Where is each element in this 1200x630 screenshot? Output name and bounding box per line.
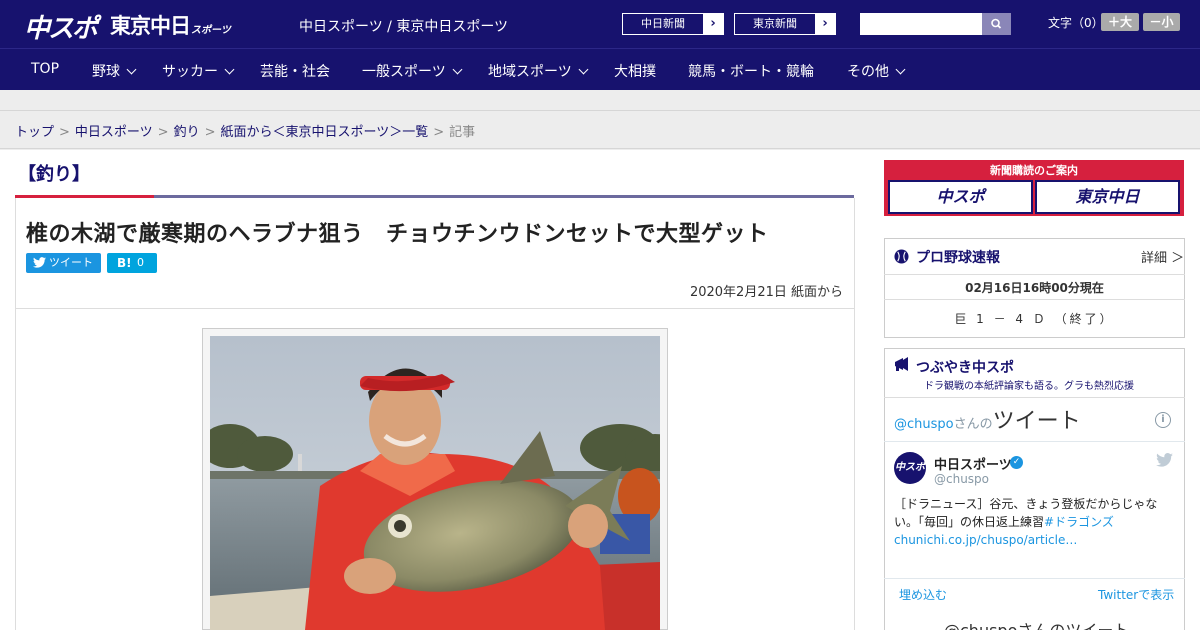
divider (884, 274, 1185, 275)
font-smaller-button[interactable]: －小 (1143, 13, 1180, 31)
avatar[interactable]: 中スポ (894, 452, 926, 484)
divider (884, 299, 1185, 300)
divider (0, 110, 1200, 111)
nav-item-top[interactable]: TOP (31, 61, 59, 77)
tweet-body: ［ドラニュース］谷元、きょう登板だからじゃない。「毎回」の休日返上練習 (894, 497, 1158, 529)
chevron-down-icon (126, 64, 137, 75)
breadcrumb-paper-list[interactable]: 紙面から＜東京中日スポーツ＞一覧 (221, 125, 429, 140)
chevron-right-icon: › (822, 16, 828, 31)
subscribe-tokyo-button[interactable]: 東京中日 (1035, 180, 1180, 214)
chunichi-shimbun-link[interactable]: 中日新聞 › (622, 13, 724, 35)
nav-item-general-sports[interactable]: 一般スポーツ (362, 61, 463, 81)
breadcrumb-band (0, 90, 1200, 150)
baseball-title: プロ野球速報 (916, 250, 1000, 266)
subscribe-chuspo-label: 中スポ (892, 184, 1029, 210)
chunichi-link-label: 中日新聞 (623, 14, 703, 34)
chevron-down-icon (895, 64, 906, 75)
baseball-game-score[interactable]: 巨 1 － 4 Ｄ （終了） (884, 310, 1185, 327)
info-icon[interactable]: i (1155, 412, 1171, 428)
twitter-handle: @chuspo (894, 417, 954, 432)
tokyo-chunichi-logo[interactable]: 東京中日スポーツ (110, 10, 231, 40)
breadcrumb: トップ > 中日スポーツ > 釣り > 紙面から＜東京中日スポーツ＞一覧 > 記事 (15, 125, 476, 140)
article-date: 2020年2月21日 紙面から (689, 285, 843, 300)
subscribe-tokyo-label: 東京中日 (1039, 184, 1176, 210)
font-size-label: 文字（0） (1048, 16, 1104, 30)
breadcrumb-fishing[interactable]: 釣り (174, 125, 200, 140)
nav-label: 競馬・ボート・競輪 (688, 64, 814, 80)
twitter-big-label: ツイート (992, 409, 1081, 434)
search-icon (991, 18, 1002, 29)
article-photo (210, 336, 660, 630)
baseball-updated-time: 02月16日16時00分現在 (965, 281, 1104, 295)
divider (0, 148, 1200, 149)
tweet-text: ［ドラニュース］谷元、きょう登板だからじゃない。「毎回」の休日返上練習#ドラゴン… (894, 495, 1176, 549)
nav-item-racing[interactable]: 競馬・ボート・競輪 (688, 61, 814, 81)
megaphone-icon (895, 357, 908, 371)
tweet-author-handle[interactable]: @chuspo (934, 472, 989, 486)
twitter-embed-header[interactable]: @chuspoさんのツイート (894, 403, 1081, 435)
main-nav: TOP 野球 サッカー 芸能・社会 一般スポーツ 地域スポーツ 大相撲 競馬・ボ… (0, 48, 1200, 90)
hatena-count: 0 (137, 256, 144, 269)
nav-item-sumo[interactable]: 大相撲 (614, 61, 656, 81)
twitter-panel-title: つぶやき中スポ (916, 360, 1014, 376)
twitter-bird-icon (33, 257, 46, 268)
nav-item-entertainment[interactable]: 芸能・社会 (260, 61, 330, 81)
tokyo-shimbun-link[interactable]: 東京新聞 › (734, 13, 836, 35)
search-input[interactable] (860, 13, 982, 35)
tokyo-logo-text: 東京中日 (110, 14, 191, 38)
article-divider (15, 308, 855, 309)
nav-label: 地域スポーツ (488, 64, 572, 80)
tweet-hashtag[interactable]: #ドラゴンズ (1044, 515, 1114, 529)
tokyo-logo-small: スポーツ (191, 25, 231, 36)
tweet-author-name[interactable]: 中日スポーツ (934, 454, 1012, 473)
verified-badge-icon: ✓ (1010, 456, 1023, 469)
nav-label: その他 (847, 64, 889, 80)
hatena-bookmark-button[interactable]: B! 0 (107, 253, 157, 273)
chuspo-logo[interactable]: 中スポ (24, 8, 98, 45)
subscription-header: 新聞購読のご案内 (990, 164, 1078, 177)
chevron-down-icon (452, 64, 463, 75)
tweet-button[interactable]: ツイート (26, 253, 101, 273)
breadcrumb-top[interactable]: トップ (15, 125, 54, 140)
baseball-icon (894, 249, 909, 264)
nav-label: TOP (31, 61, 60, 77)
view-on-twitter-link[interactable]: Twitterで表示 (1098, 586, 1174, 603)
divider (884, 441, 1185, 442)
tweet-label: ツイート (49, 256, 93, 269)
subscribe-chuspo-button[interactable]: 中スポ (888, 180, 1033, 214)
twitter-san: さんの (953, 417, 993, 432)
twitter-panel-subtitle: ドラ観戦の本紙評論家も語る。グラも熱烈応援 (924, 381, 1134, 392)
chevron-down-icon (224, 64, 235, 75)
nav-item-local-sports[interactable]: 地域スポーツ (488, 61, 589, 81)
nav-label: 野球 (92, 64, 120, 80)
nav-item-baseball[interactable]: 野球 (92, 61, 137, 81)
baseball-detail-link[interactable]: 詳細 ＞ (1141, 247, 1184, 266)
nav-label: 大相撲 (614, 64, 656, 80)
chevron-right-icon: › (710, 16, 716, 31)
breadcrumb-chunichi-sports[interactable]: 中日スポーツ (75, 125, 153, 140)
chevron-down-icon (578, 64, 589, 75)
subscription-banner[interactable]: 新聞購読のご案内 中スポ 東京中日 (884, 160, 1184, 216)
site-names: 中日スポーツ / 東京中日スポーツ (299, 19, 509, 35)
tweet-link[interactable]: chunichi.co.jp/chuspo/article… (894, 533, 1077, 547)
embed-link[interactable]: 埋め込む (899, 586, 947, 603)
nav-label: 芸能・社会 (260, 64, 330, 80)
nav-item-soccer[interactable]: サッカー (162, 61, 235, 81)
nav-label: サッカー (162, 64, 218, 80)
top-header: 中スポ 東京中日スポーツ 中日スポーツ / 東京中日スポーツ 中日新聞 › 東京… (0, 0, 1200, 48)
twitter-bird-icon[interactable] (1156, 453, 1173, 467)
hatena-icon: B! (117, 256, 132, 270)
search-button[interactable] (982, 13, 1011, 35)
font-larger-button[interactable]: ＋大 (1101, 13, 1139, 31)
more-tweets-link[interactable]: @chuspoさんのツイート (944, 617, 1129, 630)
nav-item-other[interactable]: その他 (847, 61, 906, 81)
article-title: 椎の木湖で厳寒期のヘラブナ狙う チョウチンウドンセットで大型ゲット (26, 222, 769, 247)
breadcrumb-current: 記事 (449, 125, 476, 140)
category-label: 【釣り】 (18, 164, 90, 185)
divider (884, 578, 1185, 579)
tokyo-link-label: 東京新聞 (735, 14, 815, 34)
nav-label: 一般スポーツ (362, 64, 446, 80)
